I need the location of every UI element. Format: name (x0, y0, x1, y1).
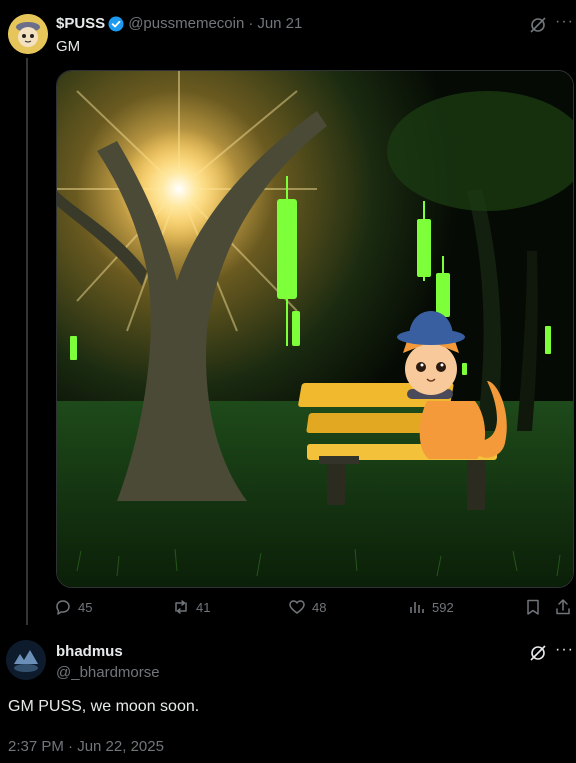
tweet-image[interactable] (56, 70, 574, 588)
share-button[interactable] (554, 598, 576, 616)
reply-icon (56, 600, 70, 615)
reply-button[interactable]: 45 (54, 598, 92, 616)
author-name[interactable]: $PUSS (56, 15, 105, 32)
grok-icon[interactable] (529, 16, 547, 34)
reply-count: 45 (78, 599, 93, 615)
like-count: 48 (312, 599, 327, 615)
reply-author-handle[interactable]: @_bhardmorse (56, 664, 160, 681)
view-count: 592 (432, 599, 454, 615)
tweet-header: $PUSS @pussmemecoin · Jun 21 (56, 15, 302, 32)
bookmark-button[interactable] (524, 598, 548, 616)
more-icon[interactable]: ··· (555, 641, 574, 659)
heart-icon (289, 600, 305, 614)
thread-line (26, 58, 28, 625)
bookmark-icon (527, 599, 539, 615)
analytics-icon (410, 602, 424, 613)
reply-author-avatar[interactable] (6, 640, 46, 680)
reply-timestamp[interactable]: 2:37 PM · Jun 22, 2025 (8, 738, 164, 755)
reply-author-name[interactable]: bhadmus (56, 643, 123, 660)
verified-badge-icon (108, 16, 124, 31)
share-icon (556, 599, 570, 615)
views-button[interactable]: 592 (408, 598, 454, 616)
cat-on-bench-illustration (57, 71, 573, 587)
more-icon[interactable]: ··· (555, 13, 574, 31)
grok-icon[interactable] (529, 644, 547, 662)
author-handle[interactable]: @pussmemecoin (128, 15, 244, 32)
repost-icon (175, 600, 187, 614)
repost-button[interactable]: 41 (172, 598, 210, 616)
like-button[interactable]: 48 (288, 598, 326, 616)
tweet-actions: 45 41 48 592 (50, 598, 574, 620)
reply-text: GM PUSS, we moon soon. (8, 698, 200, 715)
author-avatar[interactable] (8, 14, 48, 54)
repost-count: 41 (196, 599, 211, 615)
separator-dot: · (248, 15, 254, 32)
tweet-date[interactable]: Jun 21 (257, 15, 302, 32)
tweet-text: GM (56, 38, 81, 55)
